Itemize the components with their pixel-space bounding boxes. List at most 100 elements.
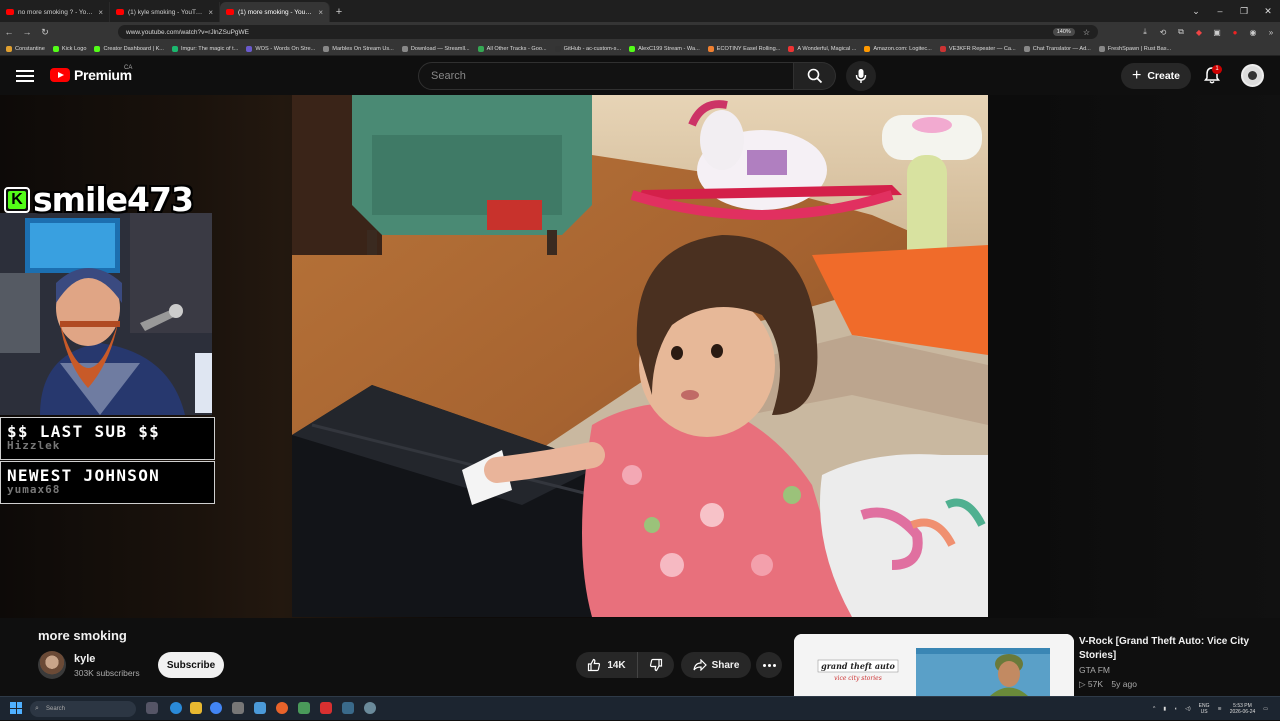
subscriber-count: 303K subscribers: [74, 668, 140, 678]
bookmark-item[interactable]: Kick Logo: [52, 45, 86, 52]
url-field[interactable]: www.youtube.com/watch?v=rJlnZSuPgWE 140%…: [118, 25, 1098, 39]
newest-name: yumax68: [7, 483, 61, 496]
youtube-logo[interactable]: Premium: [50, 67, 132, 83]
minimize-icon[interactable]: –: [1208, 0, 1232, 22]
bookmark-item[interactable]: Marbles On Stream Us...: [323, 45, 394, 52]
bookmark-item[interactable]: Creator Dashboard | K...: [94, 45, 164, 52]
region-label: CA: [124, 65, 133, 71]
bookmark-item[interactable]: GitHub - ac-custom-s...: [554, 45, 621, 52]
file-explorer-icon[interactable]: [190, 702, 202, 714]
network-icon[interactable]: ▮: [1163, 706, 1166, 712]
bookmark-item[interactable]: Amazon.com: Logitec...: [864, 45, 932, 52]
notification-count-badge: 1: [1212, 65, 1222, 74]
system-tray: ^ ▮ ◖ ◁) ENG US ≋ 5:53 PM 2026-06-24 ▭: [1153, 697, 1280, 721]
recommended-channel[interactable]: GTA FM: [1079, 665, 1110, 675]
recommended-thumbnail[interactable]: grand theft auto vice city stories: [794, 634, 1074, 696]
zoom-badge[interactable]: 140%: [1052, 28, 1075, 36]
share-button[interactable]: Share: [681, 652, 751, 678]
browser-tab[interactable]: no more smoking ? - YouTube ×: [0, 2, 110, 22]
firefox-icon[interactable]: [276, 702, 288, 714]
microphone-icon[interactable]: ◖: [1174, 706, 1177, 712]
language-indicator[interactable]: ENG US: [1199, 703, 1210, 715]
history-icon[interactable]: ⟲: [1154, 23, 1172, 41]
chrome-icon[interactable]: [210, 702, 222, 714]
obs-record-icon[interactable]: [320, 702, 332, 714]
channel-name[interactable]: kyle: [74, 653, 95, 665]
back-icon[interactable]: ←: [0, 23, 18, 41]
dislike-button[interactable]: [638, 652, 674, 678]
record-icon[interactable]: ●: [1226, 23, 1244, 41]
streamer-name-overlay: K smile473: [4, 180, 194, 219]
bookmark-item[interactable]: Chat Translator — Ad...: [1023, 45, 1091, 52]
app-icon[interactable]: [254, 702, 266, 714]
windows-start-icon[interactable]: [10, 702, 22, 714]
menu-icon[interactable]: »: [1262, 23, 1280, 41]
bookmark-item[interactable]: Constantine: [6, 45, 45, 52]
bookmark-item[interactable]: All Other Tracks - Goo...: [477, 45, 547, 52]
bookmark-item[interactable]: VE3KFR Repeater — Ca...: [939, 45, 1016, 52]
app-icon[interactable]: [298, 702, 310, 714]
download-icon[interactable]: ⤓: [1136, 23, 1154, 41]
hamburger-menu-icon[interactable]: [16, 67, 34, 85]
volume-icon[interactable]: ◁): [1185, 706, 1191, 712]
window-controls: ⌄ – ❐ ✕: [1184, 0, 1280, 22]
bookmark-item[interactable]: A Wonderful, Magical ...: [788, 45, 856, 52]
bookmark-item[interactable]: FreshSpawn | Rust Bas...: [1098, 45, 1171, 52]
search-input[interactable]: Search: [418, 62, 794, 90]
video-frame[interactable]: [292, 95, 988, 617]
svg-text:grand theft auto: grand theft auto: [821, 661, 895, 671]
app-icon[interactable]: [232, 702, 244, 714]
bookmark-item[interactable]: Imgur: The magic of t...: [171, 45, 238, 52]
recommended-title[interactable]: V-Rock [Grand Theft Auto: Vice City Stor…: [1079, 635, 1269, 662]
channel-avatar[interactable]: [38, 651, 66, 679]
bookmark-item[interactable]: AlexC199 Stream - Wa...: [629, 45, 700, 52]
bookmark-item[interactable]: WOS - Words On Stre...: [246, 45, 315, 52]
close-window-icon[interactable]: ✕: [1256, 0, 1280, 22]
edge-browser-icon[interactable]: [170, 702, 182, 714]
notification-center-icon[interactable]: ▭: [1263, 706, 1268, 712]
close-tab-icon[interactable]: ×: [98, 8, 103, 17]
wifi-icon[interactable]: ≋: [1217, 706, 1221, 712]
youtube-play-icon: [50, 68, 70, 82]
browser-tab-active[interactable]: (1) more smoking - YouTube ×: [220, 2, 330, 22]
extension-icon[interactable]: ⧉: [1172, 23, 1190, 41]
search-icon: [807, 68, 822, 84]
like-dislike-group: 14K: [576, 652, 674, 678]
bookmark-item[interactable]: ECOTINY Easel Rolling...: [707, 45, 780, 52]
tray-chevron-icon[interactable]: ^: [1153, 706, 1155, 712]
browser-tab[interactable]: (1) kyle smoking - YouTube ×: [110, 2, 220, 22]
account-avatar[interactable]: [1241, 64, 1264, 87]
bookmark-item[interactable]: Download — Streamll...: [401, 45, 470, 52]
close-tab-icon[interactable]: ×: [318, 8, 323, 17]
thumbs-down-icon: [649, 658, 663, 672]
task-view-icon[interactable]: [146, 702, 158, 714]
reload-icon[interactable]: ↻: [36, 23, 54, 41]
url-text: www.youtube.com/watch?v=rJlnZSuPgWE: [126, 28, 250, 36]
gta-thumbnail-image: grand theft auto vice city stories: [794, 634, 1074, 696]
app-icon[interactable]: [364, 702, 376, 714]
like-button[interactable]: 14K: [576, 652, 638, 678]
forward-icon[interactable]: →: [18, 23, 36, 41]
windows-taskbar: ⌕ Search ^ ▮ ◖ ◁) ENG US ≋ 5:53 PM 2026-06…: [0, 696, 1280, 720]
search-button[interactable]: [794, 62, 836, 90]
plus-icon: +: [1131, 67, 1142, 84]
bookmark-star-icon[interactable]: ☆: [1083, 28, 1090, 37]
extension-icon[interactable]: ◉: [1244, 23, 1262, 41]
tab-title: (1) more smoking - YouTube: [238, 8, 315, 16]
maximize-icon[interactable]: ❐: [1232, 0, 1256, 22]
subscribe-button[interactable]: Subscribe: [158, 652, 224, 678]
close-tab-icon[interactable]: ×: [208, 8, 213, 17]
app-icon[interactable]: [342, 702, 354, 714]
taskbar-search-input[interactable]: ⌕ Search: [30, 701, 136, 717]
video-still-image: [292, 95, 988, 617]
voice-search-button[interactable]: [846, 61, 876, 91]
extension-icon[interactable]: ▣: [1208, 23, 1226, 41]
chevron-down-icon[interactable]: ⌄: [1184, 0, 1208, 22]
clock[interactable]: 5:53 PM 2026-06-24: [1230, 703, 1256, 715]
microphone-icon: [855, 69, 867, 83]
extension-icon[interactable]: ◆: [1190, 23, 1208, 41]
new-tab-button[interactable]: +: [330, 2, 348, 22]
search-icon: ⌕: [35, 705, 39, 712]
more-actions-button[interactable]: [756, 652, 782, 678]
create-button[interactable]: + Create: [1121, 63, 1191, 89]
